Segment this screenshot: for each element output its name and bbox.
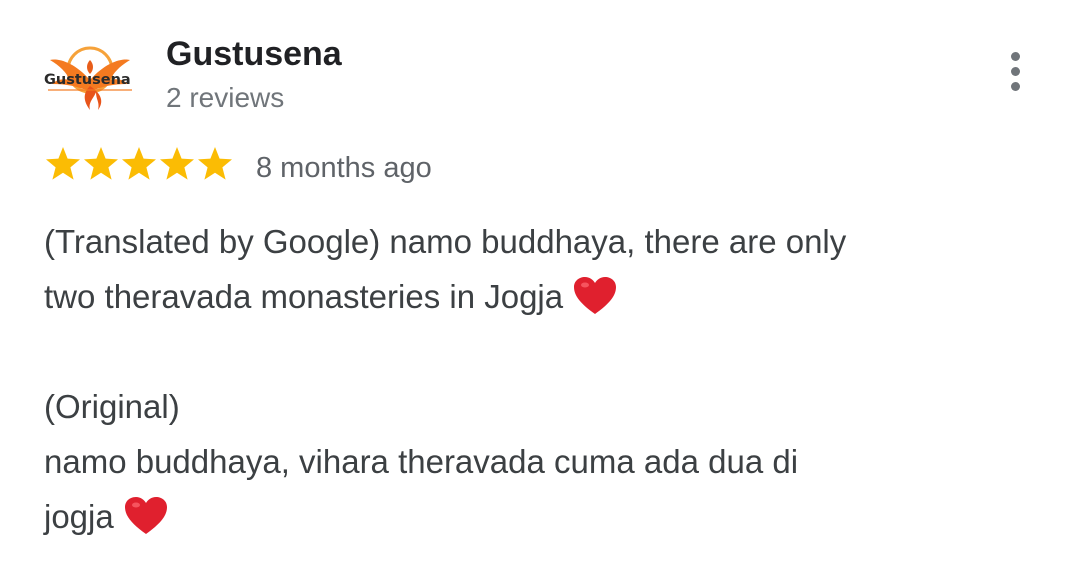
star-icon — [122, 147, 156, 180]
original-text-line-2: jogja — [44, 489, 1044, 544]
star-icon — [160, 147, 194, 180]
translated-text-line: (Translated by Google) namo buddhaya, th… — [44, 223, 847, 260]
star-icon — [46, 147, 80, 180]
original-label: (Original) — [44, 388, 180, 425]
phoenix-logo-icon: Gustusena — [44, 46, 132, 110]
review-count: 2 reviews — [166, 82, 285, 113]
red-heart-icon — [124, 497, 167, 534]
review-card: Gustusena Gustusena 2 reviews 8 months a… — [0, 0, 1080, 567]
logo-text: Gustusena — [44, 72, 131, 88]
review-text: (Translated by Google) namo buddhaya, th… — [44, 214, 1044, 544]
original-text-fragment: jogja — [44, 498, 114, 535]
reviewer-name[interactable]: Gustusena — [166, 32, 342, 76]
translated-text-fragment: two theravada monasteries in Jogja — [44, 278, 564, 315]
star-rating — [46, 147, 232, 180]
star-icon — [198, 147, 232, 180]
reviewer-avatar[interactable]: Gustusena — [44, 40, 136, 118]
red-heart-icon — [574, 277, 617, 314]
review-time: 8 months ago — [256, 152, 432, 184]
translated-text-line-2: two theravada monasteries in Jogja — [44, 269, 1044, 324]
original-text-line: namo buddhaya, vihara theravada cuma ada… — [44, 443, 799, 480]
more-options-button[interactable] — [996, 50, 1036, 94]
star-icon — [84, 147, 118, 180]
